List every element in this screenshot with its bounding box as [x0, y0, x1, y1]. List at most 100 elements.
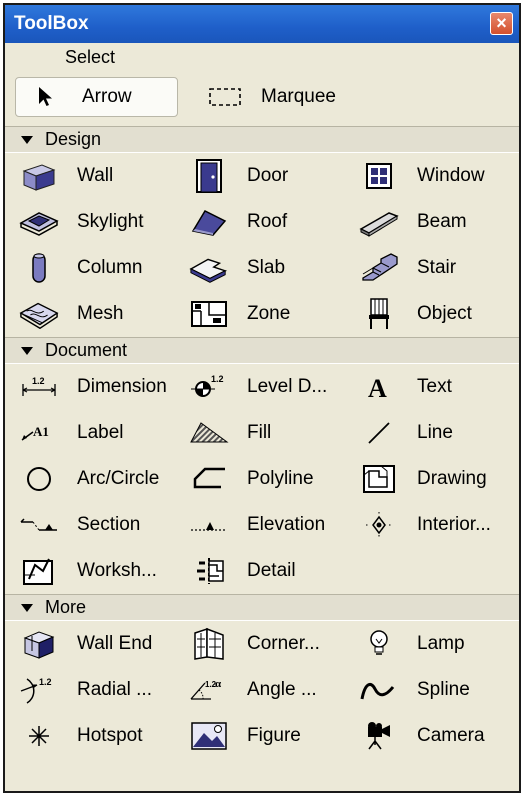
corner-window-icon: [189, 626, 229, 662]
skylight-tool[interactable]: Skylight: [5, 199, 175, 245]
tool-label: Skylight: [77, 211, 144, 232]
wall-end-tool[interactable]: Wall End: [5, 621, 175, 667]
label-tool[interactable]: A1 Label: [5, 410, 175, 456]
tool-label: Arc/Circle: [77, 468, 160, 489]
arc-circle-icon: [19, 461, 59, 497]
text-icon: A: [359, 369, 399, 405]
tool-label: Marquee: [261, 86, 336, 107]
tool-label: Level D...: [247, 376, 328, 397]
document-section-header[interactable]: Document: [5, 337, 519, 364]
document-tools-grid: 1.2 Dimension 1.2 Level D... A Text A1 L…: [5, 364, 519, 594]
fill-tool[interactable]: Fill: [175, 410, 345, 456]
svg-text:1.2: 1.2: [32, 376, 45, 386]
dimension-tool[interactable]: 1.2 Dimension: [5, 364, 175, 410]
detail-icon: [189, 553, 229, 589]
radial-dimension-icon: 1.2: [19, 672, 59, 708]
skylight-icon: [19, 204, 59, 240]
tool-label: Angle ...: [247, 679, 317, 700]
tool-label: Section: [77, 514, 141, 535]
svg-text:1.2: 1.2: [39, 677, 52, 687]
svg-text:α: α: [215, 678, 222, 690]
tool-label: Stair: [417, 257, 457, 278]
section-title: Design: [45, 129, 102, 149]
tool-label: Detail: [247, 560, 296, 581]
fill-icon: [189, 415, 229, 451]
figure-icon: [189, 718, 229, 754]
hotspot-icon: [19, 718, 59, 754]
column-icon: [19, 250, 59, 286]
label-icon: A1: [19, 415, 59, 451]
roof-tool[interactable]: Roof: [175, 199, 345, 245]
section-icon: [19, 507, 59, 543]
zone-tool[interactable]: Zone: [175, 291, 345, 337]
title-bar[interactable]: ToolBox ×: [5, 5, 519, 43]
tool-label: Camera: [417, 725, 485, 746]
detail-tool[interactable]: Detail: [175, 548, 345, 594]
stair-tool[interactable]: Stair: [345, 245, 515, 291]
tool-label: Mesh: [77, 303, 124, 324]
radial-dimension-tool[interactable]: 1.2 Radial ...: [5, 667, 175, 713]
hotspot-tool[interactable]: Hotspot: [5, 713, 175, 759]
close-button[interactable]: ×: [490, 12, 513, 35]
section-tool[interactable]: Section: [5, 502, 175, 548]
tool-label: Slab: [247, 257, 286, 278]
interior-elevation-tool[interactable]: Interior...: [345, 502, 515, 548]
slab-tool[interactable]: Slab: [175, 245, 345, 291]
polyline-icon: [189, 461, 229, 497]
select-tools: Arrow Marquee: [5, 71, 519, 126]
text-tool[interactable]: A Text: [345, 364, 515, 410]
tool-label: Drawing: [417, 468, 487, 489]
level-dimension-tool[interactable]: 1.2 Level D...: [175, 364, 345, 410]
design-section-header[interactable]: Design: [5, 126, 519, 153]
tool-label: Label: [77, 422, 124, 443]
lamp-tool[interactable]: Lamp: [345, 621, 515, 667]
tool-label: Hotspot: [77, 725, 143, 746]
line-tool[interactable]: Line: [345, 410, 515, 456]
tool-label: Interior...: [417, 514, 491, 535]
door-tool[interactable]: Door: [175, 153, 345, 199]
mesh-icon: [19, 296, 59, 332]
camera-tool[interactable]: Camera: [345, 713, 515, 759]
tool-label: Lamp: [417, 633, 465, 654]
marquee-icon: [205, 79, 245, 115]
tool-label: Polyline: [247, 468, 314, 489]
marquee-tool-button[interactable]: Marquee: [195, 77, 336, 117]
wall-end-icon: [19, 626, 59, 662]
svg-text:A: A: [368, 374, 387, 402]
spline-tool[interactable]: Spline: [345, 667, 515, 713]
arrow-tool-button[interactable]: Arrow: [15, 77, 178, 117]
figure-tool[interactable]: Figure: [175, 713, 345, 759]
tool-label: Door: [247, 165, 289, 186]
tool-label: Radial ...: [77, 679, 152, 700]
angle-dimension-tool[interactable]: 1.2 α Angle ...: [175, 667, 345, 713]
tool-label: Figure: [247, 725, 301, 746]
object-tool[interactable]: Object: [345, 291, 515, 337]
angle-dimension-icon: 1.2 α: [189, 672, 229, 708]
drawing-tool[interactable]: Drawing: [345, 456, 515, 502]
object-icon: [359, 296, 399, 332]
elevation-tool[interactable]: Elevation: [175, 502, 345, 548]
tool-label: Column: [77, 257, 143, 278]
section-title: More: [45, 597, 87, 617]
more-section-header[interactable]: More: [5, 594, 519, 621]
window-tool[interactable]: Window: [345, 153, 515, 199]
arc-circle-tool[interactable]: Arc/Circle: [5, 456, 175, 502]
column-tool[interactable]: Column: [5, 245, 175, 291]
worksheet-tool[interactable]: Worksh...: [5, 548, 175, 594]
polyline-tool[interactable]: Polyline: [175, 456, 345, 502]
roof-icon: [189, 204, 229, 240]
select-section-label: Select: [65, 46, 116, 67]
tool-label: Window: [417, 165, 485, 186]
drawing-icon: [359, 461, 399, 497]
corner-window-tool[interactable]: Corner...: [175, 621, 345, 667]
camera-icon: [359, 718, 399, 754]
beam-tool[interactable]: Beam: [345, 199, 515, 245]
design-tools-grid: Wall Door Window Skylight Roof Beam Colu…: [5, 153, 519, 337]
tool-label: Fill: [247, 422, 272, 443]
collapse-triangle-icon: [21, 135, 33, 144]
window-icon: [359, 158, 399, 194]
mesh-tool[interactable]: Mesh: [5, 291, 175, 337]
wall-tool[interactable]: Wall: [5, 153, 175, 199]
slab-icon: [189, 250, 229, 286]
lamp-icon: [359, 626, 399, 662]
